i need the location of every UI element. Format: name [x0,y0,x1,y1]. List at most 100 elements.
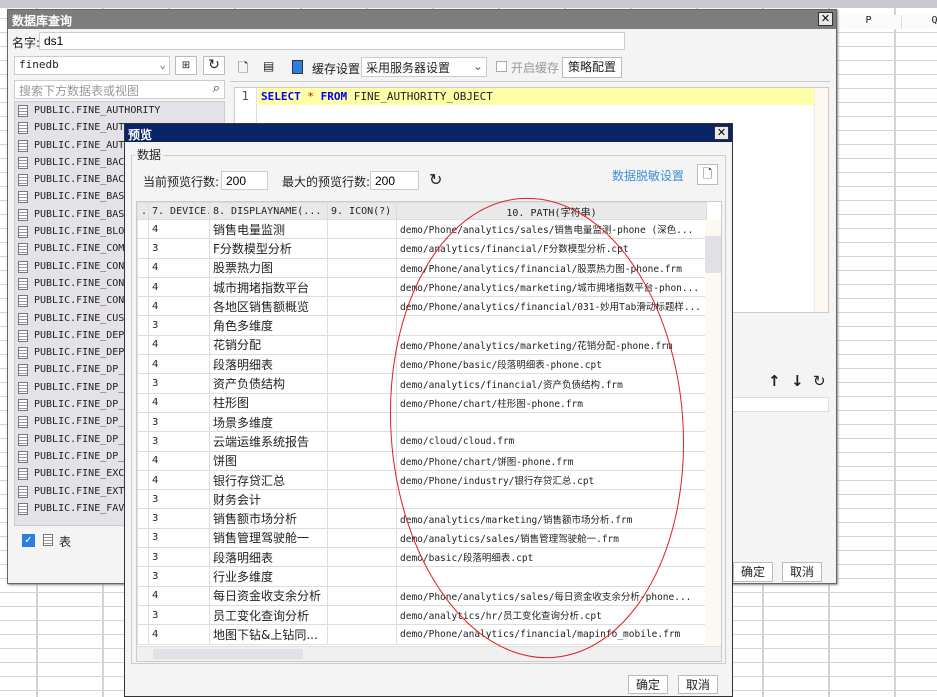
ok-button[interactable]: 确定 [733,562,773,582]
table-icon [18,295,28,308]
column-header-q[interactable]: Q [902,15,937,29]
strategy-config-button[interactable]: 策略配置 [562,57,622,78]
table-name: PUBLIC.FINE_EXCE [34,468,131,480]
max-rows-input[interactable] [370,171,419,190]
column-header[interactable]: 9. ICON(?) [327,202,397,220]
table-row[interactable]: 3 角色多维度 [137,315,707,336]
table-row[interactable]: 4 销售电量监测 demo/Phone/analytics/sales/销售电量监测… [137,218,707,240]
table-row[interactable]: 3 销售管理驾驶舱一 demo/analytics/sales/销售管理驾驶舱一.f… [137,527,707,549]
move-up-icon[interactable]: ↑ [768,372,781,390]
column-header[interactable]: .. [137,202,149,220]
close-button[interactable]: ✕ [714,126,729,140]
parameter-table[interactable] [728,397,829,412]
row-marker-cell [137,566,149,587]
row-marker-cell [137,315,149,336]
row-marker-cell [137,624,149,645]
save-icon[interactable]: ▤ [263,59,274,73]
table-list-item[interactable]: PUBLIC.FINE_AUTHORITY [15,102,224,120]
connection-value: finedb [19,58,59,71]
table-row[interactable]: 4 饼图 demo/Phone/chart/饼图-phone.frm [137,450,707,471]
path-cell: demo/Phone/chart/柱形图-phone.frm [396,392,707,413]
icon-cell [327,257,397,278]
table-row[interactable]: 3 资产负债结构 demo/analytics/financial/资产负债结构.f… [137,373,707,394]
table-row[interactable]: 4 柱形图 demo/Phone/chart/柱形图-phone.frm [137,392,707,413]
table-row[interactable]: 4 段落明细表 demo/Phone/basic/段落明细表-phone.cpt [137,354,707,375]
column-header[interactable]: 8. DISPLAYNAME(... [209,202,328,220]
connection-select[interactable]: finedb ⌄ [14,56,170,75]
icon-cell [327,585,397,606]
cache-mode-value: 采用服务器设置 [366,61,451,75]
icon-cell [327,624,397,645]
table-row[interactable]: 4 每日资金收支余分析 demo/Phone/analytics/sales/每日资… [137,585,707,606]
table-row[interactable]: 4 地图下钻&上钻同... demo/Phone/analytics/financi… [137,624,707,645]
path-cell [396,566,707,587]
preview-icon[interactable]: 🗋 [697,164,718,185]
table-row[interactable]: 4 股票热力图 demo/Phone/analytics/financial/股票热… [137,257,707,278]
table-filter-checkbox[interactable]: ✓ [22,534,35,547]
table-row[interactable]: 3 云端运维系统报告 demo/cloud/cloud.frm [137,431,707,452]
current-rows-input[interactable] [221,171,268,190]
device-cell: 3 [148,547,210,568]
path-cell [396,315,707,336]
table-row[interactable]: 3 行业多维度 [137,566,707,587]
displayname-cell: F分数模型分析 [209,238,328,259]
chevron-down-icon: ⌄ [472,59,483,73]
preview-icon[interactable]: 🗋 [238,59,248,81]
refresh-icon[interactable]: ↻ [429,170,442,189]
device-cell: 4 [148,585,210,606]
vertical-scrollbar[interactable] [705,220,721,647]
chevron-down-icon: ⌄ [159,58,166,71]
device-cell: 3 [148,373,210,394]
table-row[interactable]: 3 场景多维度 [137,411,707,433]
table-icon [18,174,28,187]
scrollbar-thumb[interactable] [153,649,303,659]
refresh-params-icon[interactable]: ↻ [813,372,826,390]
column-header[interactable]: 10. PATH(字符串) [396,202,707,220]
scrollbar-thumb[interactable] [705,236,721,273]
column-header-p[interactable]: P [836,15,902,29]
ok-button[interactable]: 确定 [628,675,668,694]
table-row[interactable]: 3 财务会计 [137,489,707,510]
table-icon [18,485,28,498]
displayname-cell: 销售电量监测 [209,218,328,240]
table-row[interactable]: 3 F分数模型分析 demo/analytics/financial/F分数模型分析… [137,238,707,259]
data-group-label: 数据 [135,146,164,163]
data-masking-link[interactable]: 数据脱敏设置 [612,167,684,184]
horizontal-scrollbar[interactable] [137,646,721,661]
table-icon [18,312,28,325]
path-cell: demo/Phone/chart/饼图-phone.frm [396,450,707,471]
refresh-icon[interactable]: ↻ [203,56,225,75]
move-down-icon[interactable]: ↓ [791,372,804,390]
table-name: PUBLIC.FINE_DEPA [34,329,131,341]
table-row[interactable]: 3 段落明细表 demo/basic/段落明细表.cpt [137,547,707,568]
cancel-button[interactable]: 取消 [678,675,718,694]
device-cell: 4 [148,218,210,240]
table-row[interactable]: 3 销售额市场分析 demo/analytics/marketing/销售额市场分析… [137,508,707,529]
table-row[interactable]: 4 银行存贷汇总 demo/Phone/industry/银行存贷汇总.cpt [137,469,707,491]
table-name: PUBLIC.FINE_BASE [34,191,131,203]
table-name: PUBLIC.FINE_AUTHORITY [34,105,161,116]
icon-cell [327,392,397,413]
table-row[interactable]: 4 各地区销售额概览 demo/Phone/analytics/financial/… [137,296,707,317]
close-button[interactable]: ✕ [818,12,833,26]
cache-mode-select[interactable]: 采用服务器设置 ⌄ [361,57,487,77]
table-name: PUBLIC.FINE_DP_C [34,364,131,376]
editor-scrollbar[interactable] [814,88,828,312]
table-name: PUBLIC.FINE_DP_U [34,450,131,462]
column-header[interactable]: 7. DEVICE... [148,202,210,220]
icon-cell [327,354,397,375]
edit-connection-icon[interactable]: ⊞ [175,56,197,75]
cache-icon [292,60,303,74]
table-name: PUBLIC.FINE_BACK [34,174,131,186]
name-input[interactable] [39,32,625,50]
cancel-button[interactable]: 取消 [782,562,822,582]
table-row[interactable]: 4 城市拥堵指数平台 demo/Phone/analytics/marketing/… [137,276,707,298]
table-icon [18,329,28,342]
table-row[interactable]: 3 员工变化查询分析 demo/analytics/hr/员工变化查询分析.cpt [137,604,707,626]
icon-cell [327,508,397,529]
row-marker-cell [137,276,149,298]
table-row[interactable]: 4 花销分配 demo/Phone/analytics/marketing/花销分配… [137,334,707,356]
table-search-input[interactable]: 搜索下方数据表或视图 ⌕ [14,80,225,99]
enable-cache-checkbox[interactable] [496,61,507,72]
row-marker-cell [137,585,149,606]
